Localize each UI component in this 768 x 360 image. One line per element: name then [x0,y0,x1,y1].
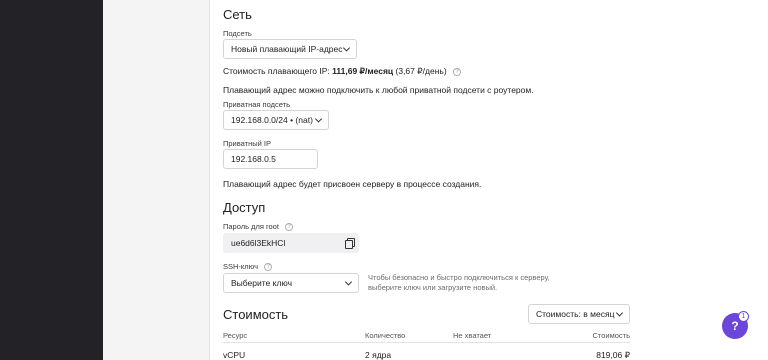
private-ip-label: Приватный IP [223,139,271,148]
row-quantity: 2 ядра [365,350,392,360]
subnet-label: Подсеть [223,29,252,38]
table-divider [223,342,630,343]
root-password-value: ue6d6l3EkHCl [231,238,286,248]
floating-ip-cost-monthly: 111,69 ₽/месяц [332,66,394,76]
subnet-select-value: Новый плавающий IP-адрес [231,44,343,54]
chevron-down-icon [344,278,353,286]
private-ip-input-value: 192.168.0.5 [231,154,276,164]
floating-ip-cost-prefix: Стоимость плавающего IP: [223,66,330,76]
row-price: 819,06 ₽ [596,350,630,360]
root-password-label-text: Пароль для root [223,222,279,231]
assign-note: Плавающий адрес будет присвоен серверу в… [223,179,482,189]
cost-section-heading: Стоимость [223,307,289,322]
question-circle-icon[interactable]: ? [285,223,294,232]
notification-badge: 1 [738,311,749,322]
private-ip-input[interactable]: 192.168.0.5 [223,149,318,169]
network-section-heading: Сеть [223,7,252,22]
ssh-key-select-value: Выберите ключ [231,278,293,288]
ssh-key-label: SSH-ключ ? [223,262,273,272]
floating-ip-cost-daily: (3,67 ₽/день) [395,66,447,76]
cost-period-select-value: Стоимость: в месяц [536,309,615,319]
row-resource: vCPU [223,350,246,360]
floating-address-note: Плавающий адрес можно подключить к любой… [223,85,534,95]
chevron-down-icon [314,115,323,123]
left-navigation-sidebar [0,0,103,360]
private-subnet-select[interactable]: 192.168.0.0/24 • (nat) [223,110,329,130]
floating-ip-cost: Стоимость плавающего IP: 111,69 ₽/месяц … [223,66,462,77]
column-header-resource: Ресурс [223,331,248,340]
chevron-down-icon [615,309,624,317]
question-circle-icon[interactable]: ? [453,67,462,76]
ssh-key-label-text: SSH-ключ [223,262,259,271]
private-subnet-select-value: 192.168.0.0/24 • (nat) [231,115,313,125]
help-button-label: ? [731,319,739,333]
subnet-select[interactable]: Новый плавающий IP-адрес [223,39,357,59]
access-section-heading: Доступ [223,200,266,215]
chevron-down-icon [342,44,351,52]
column-header-quantity: Количество [365,331,406,340]
ssh-key-select[interactable]: Выберите ключ [223,273,359,293]
private-subnet-label: Приватная подсеть [223,100,291,109]
root-password-label: Пароль для root ? [223,222,294,232]
root-password-field[interactable]: ue6d6l3EkHCl [223,233,359,253]
ssh-key-hint: Чтобы безопасно и быстро подключиться к … [368,273,550,292]
copy-icon[interactable] [345,238,355,249]
cost-period-select[interactable]: Стоимость: в месяц [528,304,630,324]
column-header-missing: Не хватает [453,331,492,340]
question-circle-icon[interactable]: ? [264,263,273,272]
column-header-price: Стоимость [592,331,630,340]
